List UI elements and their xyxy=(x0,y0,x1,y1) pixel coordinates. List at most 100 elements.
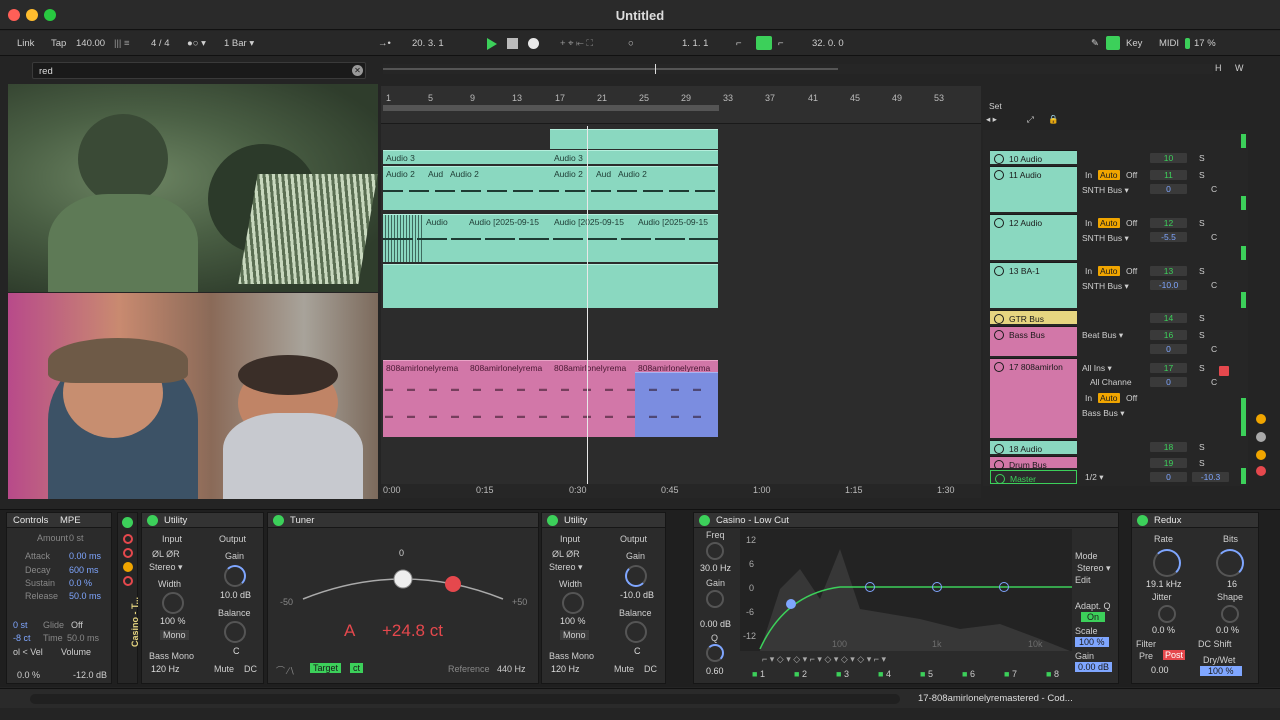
pan-control[interactable]: C xyxy=(1211,280,1217,290)
track-volume[interactable]: 0 xyxy=(1150,344,1187,354)
pitch-value[interactable]: 0 st xyxy=(13,620,28,630)
q-value[interactable]: 0.60 xyxy=(706,666,724,676)
metronome-bars-icon[interactable]: ||| ≡ xyxy=(114,38,130,49)
drywet-value[interactable]: 100 % xyxy=(1200,666,1242,676)
follow-icon[interactable]: →• xyxy=(378,38,391,49)
clip[interactable] xyxy=(383,264,718,308)
monitor-auto-button[interactable]: Auto xyxy=(1098,170,1120,180)
midi-clip[interactable] xyxy=(635,372,718,437)
monitor-in-button[interactable]: In xyxy=(1085,393,1092,403)
rate-value[interactable]: 19.1 kHz xyxy=(1146,579,1182,589)
band-toggle[interactable]: ■ 3 xyxy=(836,669,849,679)
clip[interactable]: Audio 2 xyxy=(615,166,718,210)
tempo-field[interactable]: 140.00 xyxy=(76,38,105,49)
pan-control[interactable]: C xyxy=(1211,232,1217,242)
track-header[interactable]: Bass Bus xyxy=(990,326,1077,356)
track-header[interactable]: 18 Audio xyxy=(990,440,1077,454)
channel-mode-dropdown[interactable]: Stereo ▾ xyxy=(549,562,583,573)
link-button[interactable]: Link xyxy=(17,38,34,49)
track-number[interactable]: 16 xyxy=(1150,330,1187,340)
record-status-icon[interactable] xyxy=(1256,466,1266,476)
bits-knob[interactable] xyxy=(1216,549,1244,577)
volume-value[interactable]: -12.0 dB xyxy=(73,670,107,680)
pan-control[interactable]: C xyxy=(1211,344,1217,354)
band-toggle[interactable]: ■ 2 xyxy=(794,669,807,679)
play-icon[interactable] xyxy=(487,38,497,50)
mono-button[interactable]: Mono xyxy=(560,630,589,640)
pan-control[interactable]: C xyxy=(1211,377,1217,387)
track-header[interactable]: Master xyxy=(990,470,1077,484)
stop-icon[interactable] xyxy=(507,38,518,49)
track-number[interactable]: 18 xyxy=(1150,442,1187,452)
phase-invert-buttons[interactable]: ØL ØR xyxy=(152,549,180,559)
track-volume[interactable]: 0 xyxy=(1150,377,1187,387)
loop-start-field[interactable]: 1. 1. 1 xyxy=(682,38,708,49)
band-toggle[interactable]: ■ 4 xyxy=(878,669,891,679)
monitor-auto-button[interactable]: Auto xyxy=(1098,393,1120,403)
clip[interactable]: Aud xyxy=(593,166,615,210)
gain-knob[interactable] xyxy=(224,565,246,587)
release-value[interactable]: 50.0 ms xyxy=(69,591,101,601)
track-header[interactable]: 17 808amirlon xyxy=(990,358,1077,438)
loop-length-field[interactable]: 32. 0. 0 xyxy=(812,38,844,49)
width-value[interactable]: 100 % xyxy=(160,616,186,626)
track-header[interactable]: 10 Audio xyxy=(990,150,1077,164)
width-knob[interactable] xyxy=(562,592,584,614)
track-header[interactable]: Drum Bus xyxy=(990,456,1077,470)
pre-button[interactable]: Pre xyxy=(1139,651,1153,661)
monitor-off-button[interactable]: Off xyxy=(1126,218,1137,228)
horizontal-scrollbar[interactable] xyxy=(30,694,900,704)
overdub-icon[interactable]: + ⌖ ⇤ ⛶ xyxy=(560,38,593,49)
glide-value[interactable]: Off xyxy=(71,620,83,630)
output-routing-dropdown[interactable]: SNTH Bus ▾ xyxy=(1082,281,1129,292)
output-routing-dropdown[interactable]: SNTH Bus ▾ xyxy=(1082,185,1129,196)
output-routing-dropdown[interactable]: Bass Bus ▾ xyxy=(1082,408,1125,419)
width-view-button[interactable]: W xyxy=(1235,63,1244,73)
monitor-auto-button[interactable]: Auto xyxy=(1098,218,1120,228)
dc-button[interactable]: DC xyxy=(644,664,657,674)
track-header[interactable]: 12 Audio xyxy=(990,214,1077,260)
punch-out-icon[interactable]: ⌐ xyxy=(778,38,784,49)
gain-value[interactable]: -10.0 dB xyxy=(620,590,654,600)
rate-knob[interactable] xyxy=(1153,549,1181,577)
channel-mode-dropdown[interactable]: Stereo ▾ xyxy=(149,562,183,573)
sustain-value[interactable]: 0.0 % xyxy=(69,578,92,588)
nav-arrows-icon[interactable]: ◂ ▸ xyxy=(986,114,997,125)
punch-in-icon[interactable]: ⌐ xyxy=(736,38,742,49)
midi-clip[interactable]: 808amirlonelyrema xyxy=(635,360,718,372)
band-toggle[interactable]: ■ 1 xyxy=(752,669,765,679)
quantize-dropdown[interactable]: 1 Bar ▾ xyxy=(224,38,254,49)
cents-button[interactable]: ct xyxy=(350,663,364,673)
balance-knob[interactable] xyxy=(224,621,246,643)
settings-icon[interactable] xyxy=(1256,432,1266,442)
jitter-knob[interactable] xyxy=(1158,605,1176,623)
clip[interactable]: Audio 2 xyxy=(447,166,551,210)
balance-value[interactable]: C xyxy=(233,646,240,656)
band-filter-icon[interactable]: ⌐ ▾ ◇ ▾ ◇ ▾ ⌐ ▾ ◇ ▾ ◇ ▾ ◇ ▾ ⌐ ▾ xyxy=(762,654,886,665)
search-input[interactable]: red xyxy=(39,66,53,77)
clip[interactable]: Audio 3 xyxy=(383,150,551,164)
monitor-off-button[interactable]: Off xyxy=(1126,266,1137,276)
solo-button[interactable]: S xyxy=(1199,330,1205,340)
adaptive-q-on-button[interactable]: On xyxy=(1081,612,1106,622)
band-toggle[interactable]: ■ 7 xyxy=(1004,669,1017,679)
solo-button[interactable]: S xyxy=(1199,170,1205,180)
time-signature-field[interactable]: 4 / 4 xyxy=(151,38,170,49)
freq-value[interactable]: 30.0 Hz xyxy=(700,563,731,573)
track-number[interactable]: 11 xyxy=(1150,170,1187,180)
balance-value[interactable]: C xyxy=(634,646,641,656)
monitor-off-button[interactable]: Off xyxy=(1126,393,1137,403)
monitor-auto-button[interactable]: Auto xyxy=(1098,266,1120,276)
hide-view-button[interactable]: H xyxy=(1215,63,1222,73)
phase-invert-buttons[interactable]: ØL ØR xyxy=(552,549,580,559)
track-number[interactable]: 13 xyxy=(1150,266,1187,276)
band-toggle[interactable]: ■ 5 xyxy=(920,669,933,679)
info-icon[interactable] xyxy=(1256,414,1266,424)
eq-curve[interactable] xyxy=(740,529,1072,651)
velocity-value[interactable]: 0.0 % xyxy=(17,670,40,680)
solo-button[interactable]: S xyxy=(1199,153,1205,163)
dc-button[interactable]: DC xyxy=(244,664,257,674)
tuner-view-icon[interactable]: ⌒ ⁄∖ xyxy=(276,664,295,677)
fine-tune-value[interactable]: -8 ct xyxy=(13,633,31,643)
master-ratio-dropdown[interactable]: 1/2 ▾ xyxy=(1085,472,1103,483)
